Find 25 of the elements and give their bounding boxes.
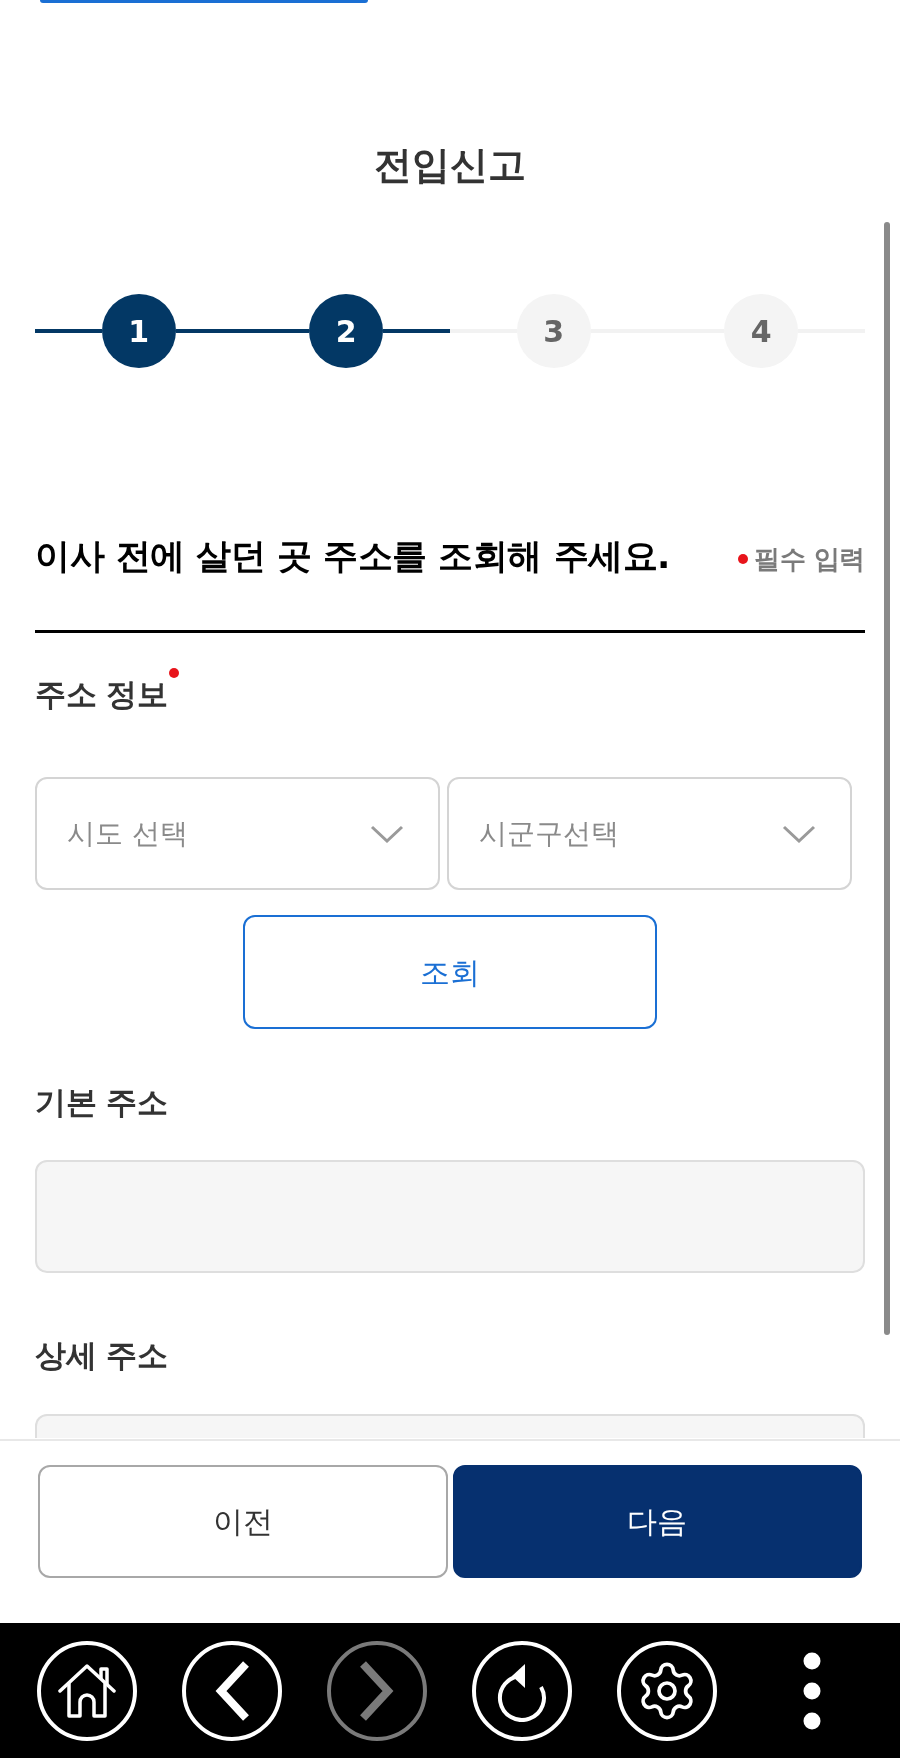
more-vertical-icon	[803, 1651, 821, 1730]
field-label: 상세 주소	[35, 1337, 168, 1373]
settings-button[interactable]	[617, 1640, 717, 1741]
chevron-right-icon	[359, 1660, 395, 1721]
more-button[interactable]	[803, 1651, 821, 1730]
input-field[interactable]	[35, 1160, 865, 1273]
field-label: 기본 주소	[35, 1084, 168, 1120]
required-note: 필수 입력	[754, 543, 865, 575]
reload-button[interactable]	[472, 1640, 572, 1741]
section-heading: 이사 전에 살던 곳 주소를 조회해 주세요.	[35, 535, 670, 578]
chevron-down-icon	[782, 824, 816, 843]
chevron-down-icon	[370, 824, 404, 843]
chevron-left-icon	[214, 1660, 250, 1721]
back-button[interactable]	[182, 1640, 282, 1741]
input-field[interactable]	[35, 1414, 865, 1438]
previous-button[interactable]: 이전	[38, 1465, 448, 1578]
home-button[interactable]	[37, 1640, 137, 1741]
home-icon	[58, 1663, 116, 1718]
page-title: 전입신고	[374, 142, 526, 188]
next-button[interactable]: 다음	[452, 1465, 862, 1578]
search-button[interactable]: 조회	[243, 915, 657, 1029]
scrollbar[interactable]	[884, 222, 890, 1335]
select-field[interactable]: 시도 선택	[35, 777, 440, 890]
field-label: 주소 정보	[35, 676, 168, 712]
select-field[interactable]: 시군구선택	[447, 777, 852, 890]
